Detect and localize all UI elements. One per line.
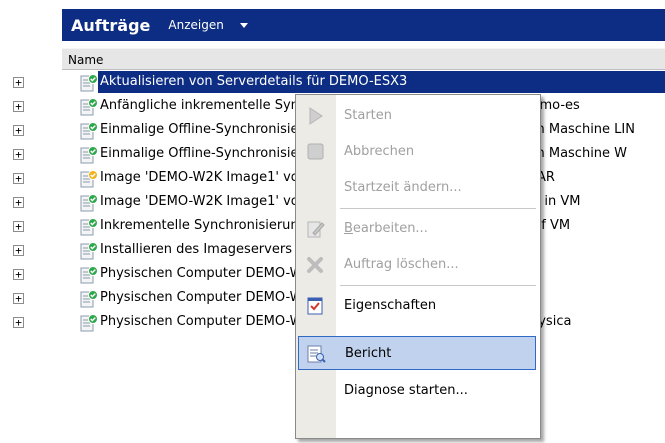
row-text: Installieren des Imageservers	[100, 242, 292, 257]
menu-item-edit[interactable]: Bearbeiten...	[296, 212, 540, 246]
expand-icon[interactable]: +	[13, 101, 24, 112]
menu-item-change-start-time[interactable]: Startzeit ändern...	[296, 171, 540, 205]
menu-item-start[interactable]: Starten	[296, 99, 540, 133]
menu-item-accelerator: B	[344, 221, 353, 236]
view-menu-button[interactable]: Anzeigen	[168, 18, 223, 32]
job-ok-icon	[80, 74, 98, 92]
menu-item-label: Auftrag löschen...	[344, 257, 459, 272]
menu-item-cancel[interactable]: Abbrechen	[296, 135, 540, 169]
row-text: Aktualisieren von Serverdetails für DEMO…	[98, 71, 665, 93]
menu-item-label: Abbrechen	[344, 144, 415, 159]
menu-item-label: Eigenschaften	[344, 298, 437, 313]
menu-separator	[340, 285, 536, 286]
stop-icon	[307, 143, 324, 160]
job-ok-icon	[80, 98, 98, 116]
report-icon	[307, 345, 326, 363]
job-ok-icon	[80, 266, 98, 284]
expand-icon[interactable]: +	[13, 173, 24, 184]
column-header-name[interactable]: Name	[62, 48, 665, 70]
job-ok-icon	[80, 314, 98, 332]
expand-icon[interactable]: +	[13, 221, 24, 232]
job-warning-icon	[80, 170, 98, 188]
job-ok-icon	[80, 146, 98, 164]
jobs-header: Aufträge Anzeigen	[0, 0, 665, 48]
job-ok-icon	[80, 194, 98, 212]
menu-item-properties[interactable]: Eigenschaften	[296, 289, 540, 323]
edit-icon	[307, 221, 325, 238]
job-ok-icon	[80, 242, 98, 260]
job-ok-icon	[80, 290, 98, 308]
expand-icon[interactable]: +	[13, 245, 24, 256]
properties-icon	[307, 297, 323, 315]
menu-item-label: Bericht	[345, 346, 392, 361]
menu-item-label-rest: earbeiten...	[352, 221, 428, 236]
expand-icon[interactable]: +	[13, 77, 24, 88]
expand-icon[interactable]: +	[13, 197, 24, 208]
delete-icon	[307, 257, 323, 273]
play-icon	[309, 107, 323, 125]
menu-item-label: Diagnose starten...	[344, 383, 468, 398]
jobs-title-bar: Aufträge Anzeigen	[62, 9, 665, 41]
menu-item-report[interactable]: Bericht	[298, 336, 536, 370]
view-dropdown-arrow-icon[interactable]	[239, 22, 248, 28]
menu-item-label: Starten	[344, 108, 392, 123]
job-ok-icon	[80, 122, 98, 140]
menu-separator	[340, 208, 536, 209]
expand-icon[interactable]: +	[13, 269, 24, 280]
menu-item-delete-job[interactable]: Auftrag löschen...	[296, 248, 540, 282]
jobs-title: Aufträge	[71, 15, 151, 35]
table-row[interactable]: + Aktualisieren von Serverdetails für DE…	[0, 71, 665, 95]
context-menu: Starten Abbrechen Startzeit ändern... Be…	[295, 94, 541, 439]
menu-item-start-diagnostics[interactable]: Diagnose starten...	[296, 374, 540, 408]
job-ok-icon	[80, 218, 98, 236]
expand-icon[interactable]: +	[13, 125, 24, 136]
expand-icon[interactable]: +	[13, 149, 24, 160]
expand-icon[interactable]: +	[13, 293, 24, 304]
menu-item-label: Bearbeiten...	[344, 212, 428, 246]
menu-item-label: Startzeit ändern...	[344, 180, 462, 195]
expand-icon[interactable]: +	[13, 317, 24, 328]
